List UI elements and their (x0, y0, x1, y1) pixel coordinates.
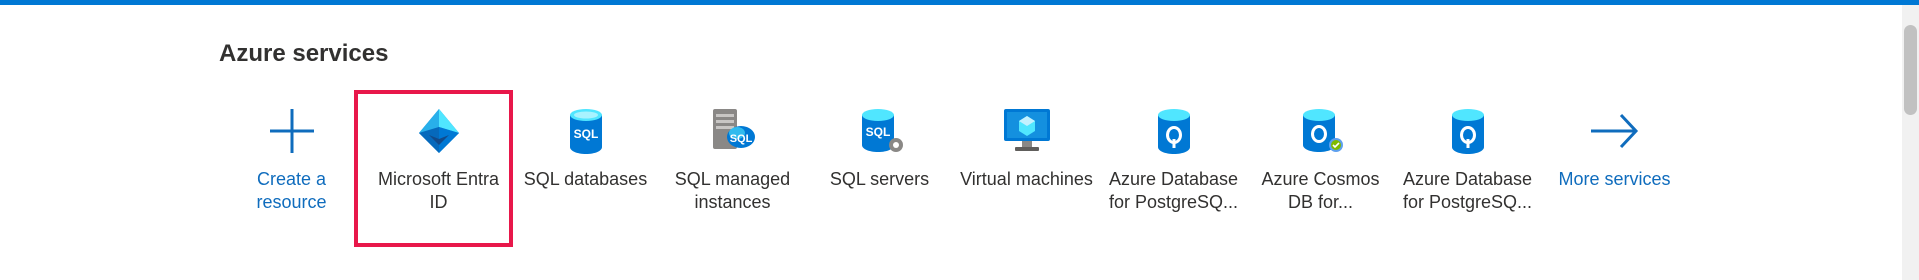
arrow-right-icon (1587, 103, 1643, 159)
sql-managed-instances-label: SQL managed instances (674, 169, 791, 212)
sql-managed-instances-tile[interactable]: SQL SQL managed instances (659, 90, 806, 245)
sql-managed-instance-icon: SQL (705, 103, 761, 159)
virtual-machine-icon (999, 103, 1055, 159)
sql-servers-tile[interactable]: SQL SQL servers (806, 90, 953, 245)
entra-id-icon (411, 103, 467, 159)
sql-databases-tile[interactable]: SQL SQL databases (512, 90, 659, 245)
sql-databases-label: SQL databases (523, 169, 648, 189)
azure-database-postgresql-tile[interactable]: Azure Database for PostgreSQ... (1100, 90, 1247, 245)
vertical-scrollbar[interactable] (1902, 5, 1919, 280)
svg-text:SQL: SQL (729, 133, 752, 145)
microsoft-entra-id-label: Microsoft Entra ID (377, 169, 500, 212)
section-title: Azure services (219, 40, 389, 67)
create-resource-tile[interactable]: Create a resource (218, 90, 365, 245)
azure-services-list: Create a resource Microsoft Entra ID SQL (218, 90, 1688, 250)
azure-database-postgresql-flexible-tile[interactable]: Azure Database for PostgreSQ... (1394, 90, 1541, 245)
scrollbar-thumb[interactable] (1904, 25, 1917, 115)
sql-servers-label: SQL servers (829, 169, 930, 189)
microsoft-entra-id-tile[interactable]: Microsoft Entra ID (365, 90, 512, 245)
azure-cosmos-db-tile[interactable]: Azure Cosmos DB for... (1247, 90, 1394, 245)
cosmos-db-postgresql-icon (1293, 103, 1349, 159)
virtual-machines-tile[interactable]: Virtual machines (953, 90, 1100, 245)
azure-database-postgresql-flexible-label: Azure Database for PostgreSQ... (1402, 169, 1533, 212)
azure-cosmos-db-label: Azure Cosmos DB for... (1261, 169, 1380, 212)
create-resource-label: Create a resource (256, 169, 327, 212)
svg-text:SQL: SQL (573, 127, 598, 141)
more-services-tile[interactable]: More services (1541, 90, 1688, 245)
svg-text:SQL: SQL (865, 125, 890, 139)
postgresql-flexible-icon (1440, 103, 1496, 159)
more-services-label: More services (1558, 169, 1671, 189)
plus-icon (264, 103, 320, 159)
azure-database-postgresql-label: Azure Database for PostgreSQ... (1108, 169, 1239, 212)
sql-server-icon: SQL (852, 103, 908, 159)
sql-database-icon: SQL (558, 103, 614, 159)
postgresql-icon (1146, 103, 1202, 159)
virtual-machines-label: Virtual machines (960, 169, 1093, 189)
top-accent-bar (0, 0, 1919, 5)
